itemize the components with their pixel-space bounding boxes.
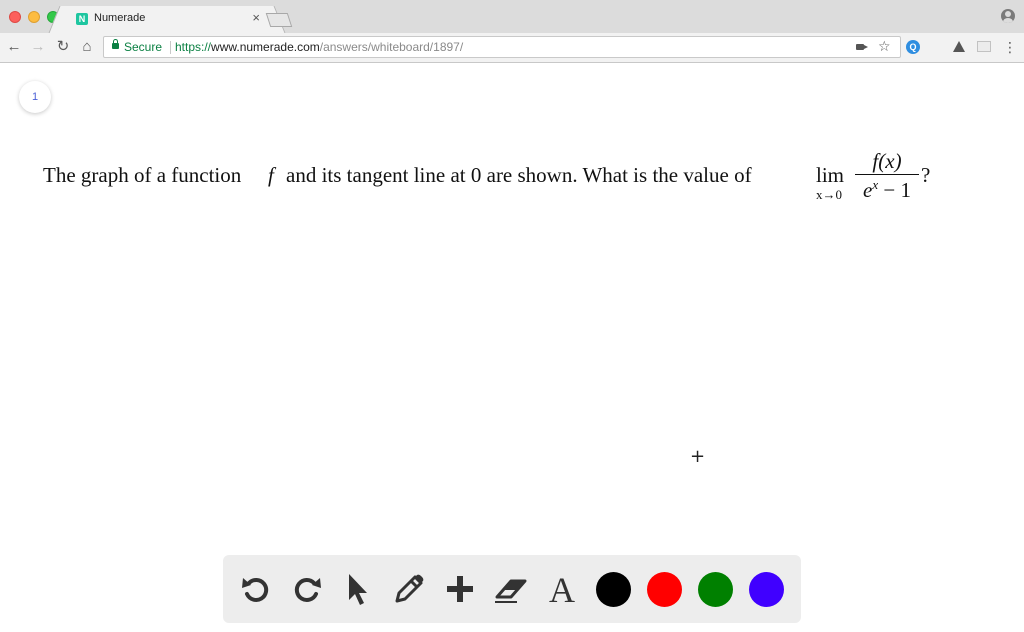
- fraction-denominator: ex − 1: [855, 177, 919, 203]
- color-green-swatch[interactable]: [698, 572, 733, 607]
- extension-search-icon[interactable]: Q: [906, 40, 920, 54]
- profile-icon[interactable]: [1001, 9, 1015, 23]
- url-path: /answers/whiteboard/1897/: [319, 40, 464, 54]
- address-bar[interactable]: Secure https://www.numerade.com/answers/…: [103, 36, 901, 58]
- question-mark: ?: [921, 163, 931, 187]
- color-blue-swatch[interactable]: [749, 572, 784, 607]
- limit-operator: lim: [816, 163, 845, 187]
- url-host: www.numerade.com: [211, 40, 320, 54]
- minimize-window-button[interactable]: [28, 11, 40, 23]
- text-tool-glyph: A: [549, 570, 575, 609]
- eraser-icon[interactable]: [491, 569, 531, 609]
- redo-icon[interactable]: [287, 569, 327, 609]
- close-window-button[interactable]: [9, 11, 21, 23]
- lock-icon: [112, 39, 119, 49]
- page-number-badge[interactable]: 1: [19, 81, 51, 113]
- question-part2: and its tangent line at 0 are shown. Wha…: [286, 163, 752, 187]
- text-icon[interactable]: A: [542, 569, 582, 610]
- extension-triangle-icon[interactable]: [953, 41, 965, 52]
- bookmark-star-icon[interactable]: ☆: [878, 38, 891, 55]
- home-icon[interactable]: ⌂: [78, 38, 96, 56]
- browser-toolbar: ← → ↻ ⌂ Secure https://www.numerade.com/…: [0, 33, 1024, 63]
- numerade-favicon-icon: N: [76, 13, 88, 25]
- question-part1: The graph of a function: [43, 163, 242, 187]
- denominator-rest: − 1: [878, 178, 911, 202]
- reload-icon[interactable]: ↻: [54, 38, 72, 56]
- fraction-numerator: f(x): [872, 149, 902, 173]
- question-function-f: f: [268, 163, 274, 187]
- browser-menu-icon[interactable]: ⋮: [1003, 37, 1017, 57]
- limit-subscript: x→0: [816, 187, 842, 202]
- omnibox-divider: [170, 41, 171, 54]
- url-scheme: https://: [175, 40, 212, 54]
- camera-icon[interactable]: [856, 44, 868, 50]
- browser-titlebar: N Numerade ×: [0, 0, 1024, 33]
- crosshair-cursor-icon: +: [690, 446, 706, 467]
- back-icon[interactable]: ←: [5, 38, 23, 56]
- browser-tab[interactable]: N Numerade ×: [64, 6, 270, 33]
- secure-label: Secure: [124, 40, 163, 54]
- extension-window-icon[interactable]: [977, 41, 991, 52]
- denominator-base: e: [863, 178, 873, 202]
- url-text[interactable]: https://www.numerade.com/answers/whitebo…: [175, 40, 463, 54]
- color-red-swatch[interactable]: [647, 572, 682, 607]
- limit-fraction: f(x) ex − 1: [855, 149, 919, 203]
- pencil-icon[interactable]: [389, 569, 429, 609]
- undo-icon[interactable]: [236, 569, 276, 609]
- add-icon[interactable]: [440, 569, 480, 609]
- color-black-swatch[interactable]: [596, 572, 631, 607]
- pointer-icon[interactable]: [338, 569, 378, 609]
- tab-title: Numerade: [94, 12, 146, 24]
- whiteboard-toolbar: A: [223, 555, 801, 623]
- forward-icon[interactable]: →: [29, 38, 47, 56]
- fraction-bar: [855, 174, 919, 175]
- tab-close-icon[interactable]: ×: [252, 10, 260, 25]
